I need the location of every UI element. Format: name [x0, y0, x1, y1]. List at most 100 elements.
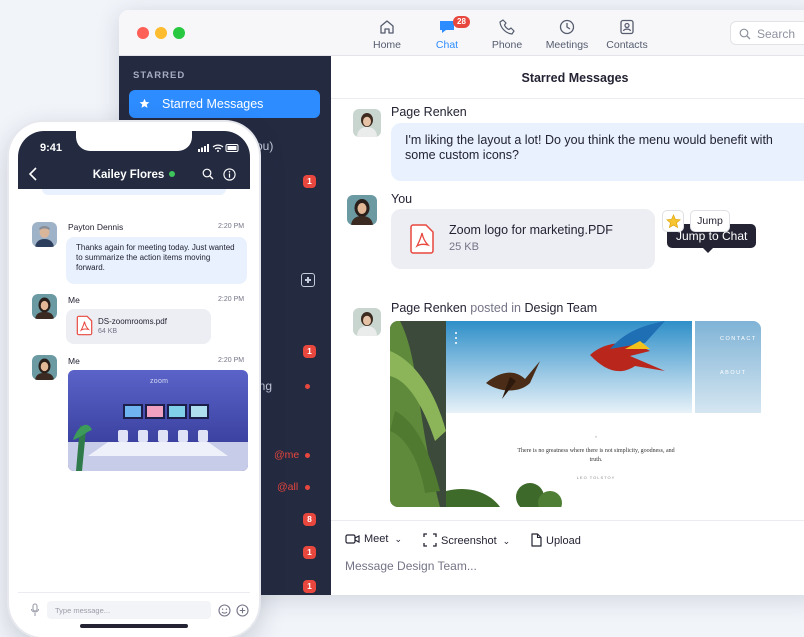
nav-home-label: Home [372, 39, 401, 51]
home-icon [380, 20, 394, 34]
avatar[interactable] [347, 195, 377, 225]
message-time: 2:20 PM [218, 296, 245, 303]
unread-badge: 1 [303, 546, 316, 559]
nav-meetings-label: Meetings [545, 39, 589, 51]
file-attachment[interactable]: Zoom logo for marketing.PDF 25 KB [391, 209, 655, 269]
chevron-down-icon: ⌄ [394, 534, 403, 544]
phone-message-input[interactable] [47, 601, 211, 619]
screenshot-button[interactable]: Screenshot ⌄ [423, 533, 510, 547]
contacts-icon [620, 19, 634, 35]
screenshot-label: Screenshot [441, 535, 497, 547]
image-quote-mark: “ [594, 436, 598, 442]
message-sender: Payton Dennis [68, 222, 124, 232]
unread-badge: 1 [303, 175, 316, 188]
message-bubble[interactable]: I'm liking the layout a lot! Do you thin… [391, 123, 804, 181]
message-time: 2:20 PM [218, 223, 245, 230]
add-channel-icon[interactable] [301, 273, 315, 287]
avatar[interactable] [353, 109, 381, 137]
unread-dot [305, 453, 310, 458]
video-camera-icon [345, 534, 360, 544]
nav-chat[interactable]: 28 Chat [417, 16, 477, 51]
file-attachment[interactable]: DS-zoomrooms.pdf 64 KB [66, 309, 211, 344]
search-icon[interactable] [202, 168, 214, 180]
message-sender-line: Page Renken posted in Design Team [391, 301, 597, 315]
nav-phone-label: Phone [491, 39, 523, 51]
message-sender: Page Renken [391, 105, 467, 119]
avatar[interactable] [353, 308, 381, 336]
unread-badge: 8 [303, 513, 316, 526]
status-icons [198, 144, 239, 152]
info-icon[interactable] [223, 168, 236, 181]
search-input[interactable]: Search [730, 21, 804, 45]
zoom-room-photo [68, 370, 248, 471]
contact-name: Kailey Flores [92, 169, 165, 181]
phone-mockup: 9:41 Kailey Flores Payton Dennis 2:20 PM… [9, 122, 259, 637]
previous-message-bubble [42, 189, 226, 195]
jump-button[interactable]: Jump [690, 210, 730, 232]
maximize-window-button[interactable] [173, 27, 185, 39]
sidebar-item-label: Starred Messages [162, 97, 264, 111]
nav-chat-label: Chat [435, 39, 459, 51]
unstar-button[interactable] [662, 210, 684, 232]
close-window-button[interactable] [137, 27, 149, 39]
star-icon [666, 214, 681, 229]
chevron-down-icon: ⌄ [502, 536, 511, 546]
minimize-window-button[interactable] [155, 27, 167, 39]
search-icon [739, 28, 751, 40]
contact-title: Kailey Flores [18, 169, 250, 181]
image-menu-contact: CONTACT [720, 336, 757, 342]
unread-badge: 1 [303, 345, 316, 358]
file-size: 64 KB [98, 328, 118, 335]
phone-input-bar [18, 592, 250, 637]
mention-all-label: @all [277, 481, 299, 493]
avatar[interactable] [32, 355, 57, 380]
message-text: Thanks again for meeting today. Just wan… [76, 243, 235, 272]
image-menu-about: ABOUT [720, 370, 747, 376]
image-quote: There is no greatness where there is not… [517, 448, 675, 463]
online-status-dot [169, 171, 176, 177]
sidebar-section-starred: STARRED [133, 70, 186, 81]
message-time: 2:20 PM [218, 357, 245, 364]
channel-link[interactable]: Design Team [524, 301, 597, 315]
avatar[interactable] [32, 294, 57, 319]
nav-contacts[interactable]: Contacts [597, 18, 657, 51]
sidebar-item-starred-messages[interactable]: Starred Messages [129, 90, 320, 118]
title-bar: Home 28 Chat Phone Meetings Contacts Sea… [119, 10, 804, 56]
nav-meetings[interactable]: Meetings [537, 18, 597, 51]
message-input[interactable] [345, 556, 775, 576]
pdf-file-icon [410, 224, 434, 254]
message-bubble[interactable]: Thanks again for meeting today. Just wan… [66, 237, 247, 284]
chat-badge: 28 [453, 16, 470, 28]
status-time: 9:41 [40, 142, 63, 154]
meet-label: Meet [364, 533, 389, 545]
star-icon [139, 98, 150, 108]
posted-in-label: posted in [470, 301, 521, 315]
add-icon[interactable] [236, 604, 249, 617]
screenshot-icon [423, 533, 437, 547]
photo-attachment[interactable]: zoom [68, 370, 248, 471]
message-sender: Page Renken [391, 301, 467, 315]
file-icon [531, 533, 542, 547]
search-placeholder: Search [757, 27, 796, 41]
image-attachment[interactable]: CONTACT ABOUT “ There is no greatness wh… [390, 321, 761, 507]
clock-icon [559, 19, 575, 35]
avatar[interactable] [32, 222, 57, 247]
file-size: 25 KB [449, 241, 479, 253]
phone-icon [499, 19, 515, 35]
microphone-icon[interactable] [30, 603, 40, 617]
meet-button[interactable]: Meet ⌄ [345, 533, 402, 545]
unread-dot [305, 384, 310, 389]
pdf-file-icon [76, 315, 93, 336]
nav-phone[interactable]: Phone [477, 18, 537, 51]
page-title: Starred Messages [331, 56, 804, 99]
image-quote-author: LEO TOLSTOY [576, 475, 616, 480]
upload-button[interactable]: Upload [530, 533, 581, 547]
nav-home[interactable]: Home [357, 18, 417, 51]
message-sender: Me [68, 356, 80, 366]
message-sender: You [391, 192, 413, 206]
starred-messages-panel: Starred Messages Page Renken I'm liking … [331, 56, 804, 595]
file-name: Zoom logo for marketing.PDF [449, 223, 613, 237]
message-sender: Me [68, 295, 80, 305]
emoji-icon[interactable] [218, 604, 231, 617]
photo-zoom-logo: zoom [150, 378, 169, 385]
